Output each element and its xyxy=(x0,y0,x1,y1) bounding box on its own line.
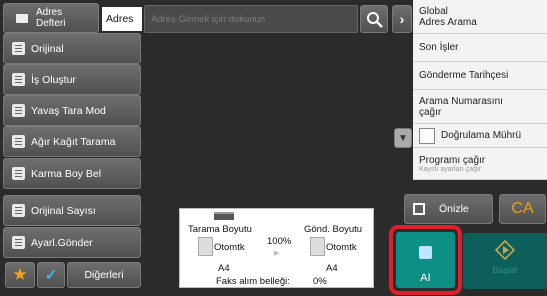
scan-status-box: Tarama Boyutu Gönd. Boyutu Otomtk 100% ▶… xyxy=(179,208,374,288)
sidebar-item-label: Yavaş Tara Mod xyxy=(31,104,106,117)
sidebar-item-original[interactable]: Orijinal xyxy=(3,33,141,64)
call-program-label: Programı çağır xyxy=(419,154,486,166)
slow-scan-icon xyxy=(12,104,25,117)
send-size-label: Gönd. Boyutu xyxy=(304,224,363,235)
sidebar-item-label: Orijinal Sayısı xyxy=(31,204,96,217)
mixed-size-icon xyxy=(12,167,25,180)
sidebar-item-job-build[interactable]: İş Oluştur xyxy=(3,64,141,95)
sidebar-item-mixed-size[interactable]: Karma Boy Bel xyxy=(3,158,141,189)
verify-stamp-label: Doğrulama Mührü xyxy=(441,130,522,141)
search-button[interactable] xyxy=(360,5,388,33)
scan-auto: Otomtk xyxy=(214,242,245,253)
call-search-number[interactable]: Arama Numarasını çağır xyxy=(413,90,547,124)
ca-button[interactable]: CA xyxy=(499,194,546,224)
preview-icon xyxy=(413,203,425,215)
ca-label: CA xyxy=(511,200,534,217)
global-address-search-label: Global Adres Arama xyxy=(419,5,477,28)
sidebar-item-send-settings[interactable]: Ayarl.Gönder xyxy=(3,227,141,258)
send-paper-icon xyxy=(310,237,325,256)
start-label: Başlat xyxy=(492,265,518,275)
sidebar-item-label: İş Oluştur xyxy=(31,73,76,86)
preview-label: Önizle xyxy=(439,203,469,215)
fax-memory-label: Faks alım belleği: xyxy=(216,276,290,287)
global-address-search[interactable]: Global Adres Arama xyxy=(413,0,547,34)
check-icon: ✓ xyxy=(44,267,58,284)
address-book-label: Adres Defteri xyxy=(36,7,66,29)
favorites-button[interactable]: ★ xyxy=(5,262,35,288)
address-book-icon xyxy=(16,13,28,23)
others-label: Diğerleri xyxy=(84,269,124,281)
send-history-label: Gönderme Tarihçesi xyxy=(419,70,509,81)
address-input[interactable]: Adres Girmek için dokunun xyxy=(144,5,358,33)
ai-icon xyxy=(419,246,432,259)
send-settings-icon xyxy=(12,236,25,249)
fax-memory-value: 0% xyxy=(313,276,327,287)
call-program[interactable]: Programı çağır Kayıtlı ayarları çağır xyxy=(413,148,547,180)
sidebar-item-original-count[interactable]: Orijinal Sayısı xyxy=(3,195,141,226)
send-paper-size: A4 xyxy=(326,263,338,274)
scan-size-label: Tarama Boyutu xyxy=(188,224,252,235)
scanner-icon xyxy=(214,212,234,220)
scroll-down-button[interactable]: ▼ xyxy=(394,128,412,148)
ai-button[interactable]: AI xyxy=(396,232,455,288)
arrow-right-icon: ▶ xyxy=(274,250,280,257)
send-auto: Otomtk xyxy=(326,242,357,253)
sidebar-item-label: Karma Boy Bel xyxy=(31,167,102,180)
call-program-sublabel: Kayıtlı ayarları çağır xyxy=(419,165,482,173)
original-icon xyxy=(12,42,25,55)
sidebar-item-label: Orijinal xyxy=(31,42,64,55)
check-button[interactable]: ✓ xyxy=(37,262,65,288)
others-button[interactable]: Diğerleri xyxy=(67,262,141,288)
verify-stamp-checkbox[interactable] xyxy=(419,127,435,144)
sidebar-item-label: Ayarl.Gönder xyxy=(31,236,93,249)
send-history[interactable]: Gönderme Tarihçesi xyxy=(413,62,547,90)
sidebar-item-slow-scan[interactable]: Yavaş Tara Mod xyxy=(3,95,141,126)
original-count-icon xyxy=(12,204,25,217)
scan-paper-icon xyxy=(198,237,213,256)
ai-label: AI xyxy=(420,272,431,284)
job-build-icon xyxy=(12,73,25,86)
call-search-number-label: Arama Numarasını çağır xyxy=(419,95,503,118)
preview-button[interactable]: Önizle xyxy=(404,194,493,224)
address-book-button[interactable]: Adres Defteri xyxy=(3,3,99,33)
collapse-panel-button[interactable]: › xyxy=(392,5,412,33)
scan-paper-size: A4 xyxy=(218,263,230,274)
chevron-right-icon: › xyxy=(399,11,405,27)
verify-stamp[interactable]: Doğrulama Mührü xyxy=(413,124,547,148)
address-placeholder: Adres Girmek için dokunun xyxy=(151,14,266,25)
address-label: Adres xyxy=(102,7,142,31)
heavy-paper-icon xyxy=(12,135,25,148)
recent-jobs-label: Son İşler xyxy=(419,42,459,53)
start-button[interactable]: Başlat xyxy=(463,233,547,289)
search-icon xyxy=(367,12,383,28)
ratio: 100% xyxy=(267,236,292,247)
chevron-down-icon: ▼ xyxy=(398,132,408,144)
sidebar-item-heavy-paper[interactable]: Ağır Kağıt Tarama xyxy=(3,126,141,157)
sidebar-item-label: Ağır Kağıt Tarama xyxy=(31,135,116,148)
start-icon xyxy=(495,240,515,260)
recent-jobs[interactable]: Son İşler xyxy=(413,34,547,62)
star-icon: ★ xyxy=(12,265,28,284)
